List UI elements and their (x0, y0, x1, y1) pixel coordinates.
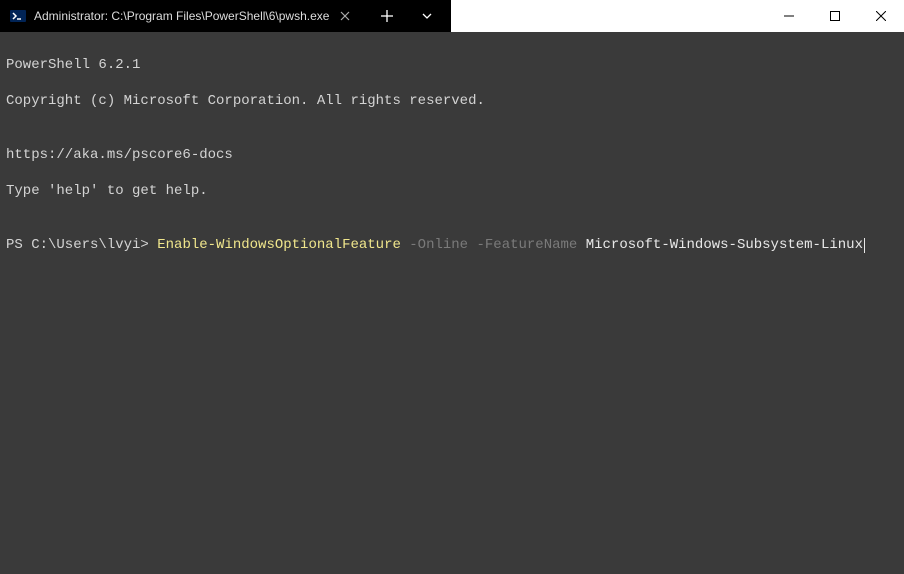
terminal-line: PowerShell 6.2.1 (6, 56, 898, 74)
terminal-line: Type 'help' to get help. (6, 182, 898, 200)
app-window: Administrator: C:\Program Files\PowerShe… (0, 0, 904, 574)
new-tab-button[interactable] (367, 0, 407, 32)
close-window-button[interactable] (858, 0, 904, 32)
text-cursor (864, 238, 865, 253)
tab-dropdown-button[interactable] (407, 0, 447, 32)
prompt-text: PS C:\Users\lvyi> (6, 237, 157, 253)
command-argument: Microsoft-Windows-Subsystem-Linux (586, 237, 863, 253)
titlebar: Administrator: C:\Program Files\PowerShe… (0, 0, 904, 32)
minimize-button[interactable] (766, 0, 812, 32)
command-params: -Online -FeatureName (401, 237, 586, 253)
close-tab-button[interactable] (337, 8, 353, 24)
terminal-output[interactable]: PowerShell 6.2.1 Copyright (c) Microsoft… (0, 32, 904, 574)
command-cmdlet: Enable-WindowsOptionalFeature (157, 237, 401, 253)
tab-title: Administrator: C:\Program Files\PowerShe… (34, 9, 329, 23)
terminal-line: Copyright (c) Microsoft Corporation. All… (6, 92, 898, 110)
tab-actions (363, 0, 451, 32)
terminal-line: https://aka.ms/pscore6-docs (6, 146, 898, 164)
powershell-icon (10, 8, 26, 24)
tab-powershell[interactable]: Administrator: C:\Program Files\PowerShe… (0, 0, 363, 32)
maximize-button[interactable] (812, 0, 858, 32)
tab-strip: Administrator: C:\Program Files\PowerShe… (0, 0, 451, 32)
prompt-line: PS C:\Users\lvyi> Enable-WindowsOptional… (6, 236, 898, 254)
titlebar-drag-area[interactable] (451, 0, 766, 32)
window-controls (766, 0, 904, 32)
